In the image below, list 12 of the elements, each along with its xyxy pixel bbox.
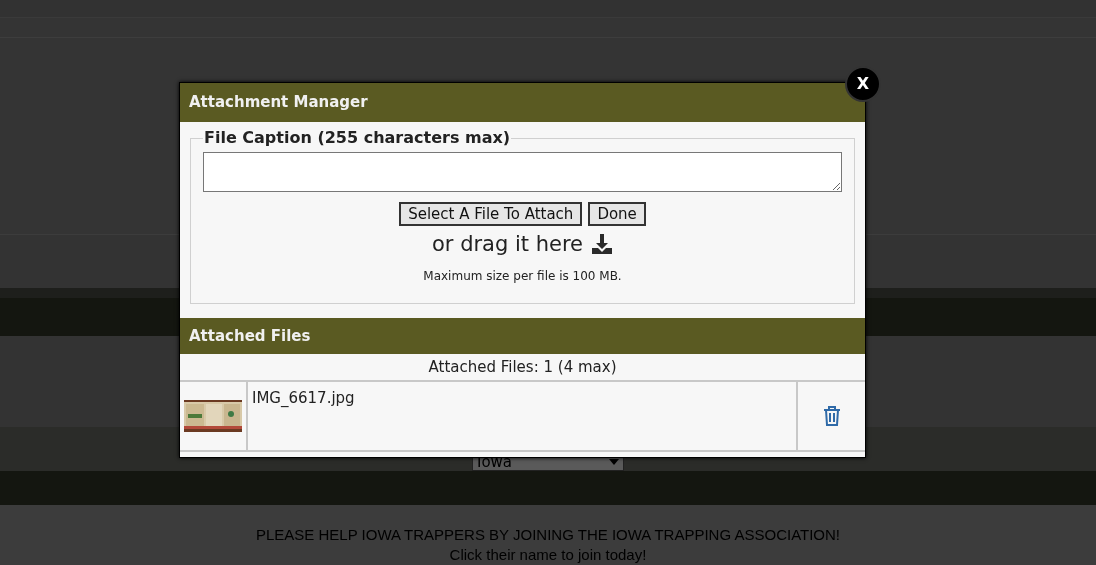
download-icon bbox=[591, 233, 614, 255]
size-note: Maximum size per file is 100 MB. bbox=[423, 268, 622, 285]
file-name: IMG_6617.jpg bbox=[252, 389, 355, 407]
action-button[interactable]: Select A File To Attach bbox=[399, 202, 583, 226]
section-title: Attached Files bbox=[180, 318, 865, 354]
file-count: Attached Files: 1 (4 max) bbox=[180, 354, 865, 382]
caption-field[interactable] bbox=[203, 152, 842, 192]
action-button[interactable]: Done bbox=[588, 202, 646, 226]
caption-legend: File Caption (255 characters max) bbox=[203, 126, 512, 150]
banner-text: PLEASE HELP IOWA TRAPPERS BY JOINING THE IOWA TRAPPING ASSOCIATION! bbox=[255, 525, 841, 545]
drop-hint: or drag it here bbox=[431, 231, 584, 257]
delete-icon[interactable] bbox=[821, 405, 842, 427]
